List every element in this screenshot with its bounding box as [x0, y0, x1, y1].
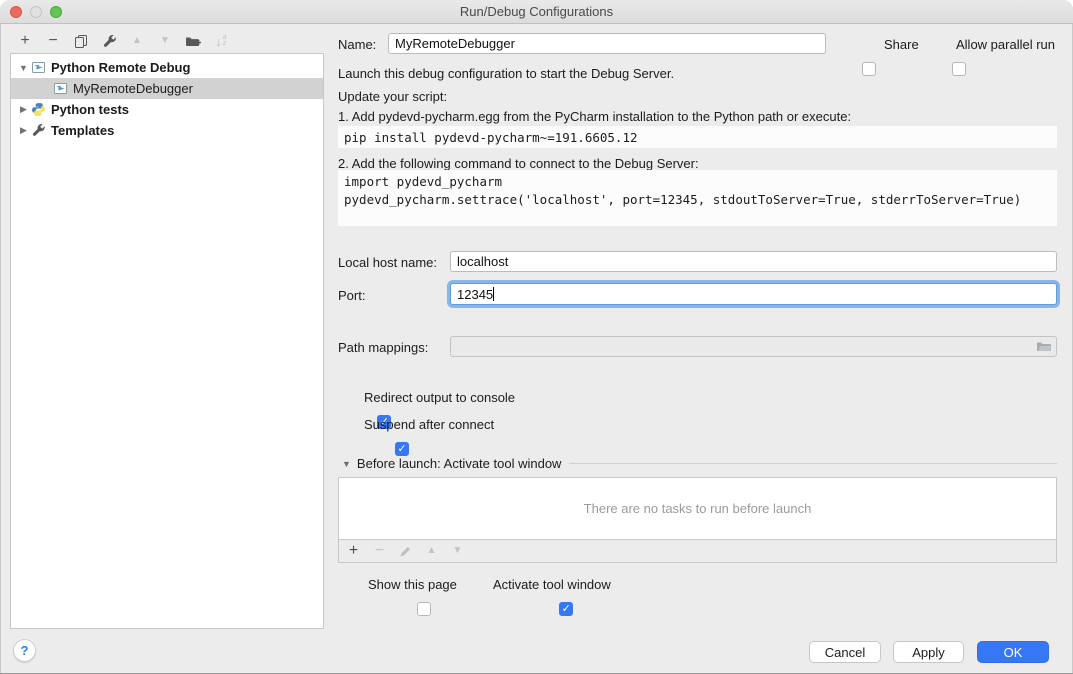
- arrow-up-icon: ▲: [427, 546, 437, 556]
- add-configuration-button[interactable]: +: [14, 31, 36, 51]
- before-launch-header[interactable]: ▼ Before launch: Activate tool window: [342, 456, 1057, 471]
- browse-folder-icon[interactable]: [1036, 339, 1052, 353]
- activate-tool-window-checkbox[interactable]: ✓: [559, 602, 573, 616]
- pip-install-code: pip install pydevd-pycharm~=191.6605.12: [338, 126, 1057, 148]
- share-checkbox-label: Share: [884, 37, 919, 52]
- check-icon: ✓: [397, 442, 406, 455]
- copy-icon: [74, 34, 88, 48]
- help-icon: ?: [21, 643, 29, 658]
- before-launch-toolbar: + − ▲ ▼: [338, 540, 1057, 563]
- copy-configuration-button[interactable]: [70, 31, 92, 51]
- title-bar[interactable]: Run/Debug Configurations: [0, 0, 1073, 24]
- instruction-step-1: 1. Add pydevd-pycharm.egg from the PyCha…: [338, 109, 851, 124]
- run-configuration-icon: [53, 81, 68, 96]
- share-checkbox[interactable]: [862, 62, 876, 76]
- sort-az-icon: ↓az: [215, 35, 226, 48]
- tree-item-label: MyRemoteDebugger: [73, 81, 193, 96]
- instruction-step-2: 2. Add the following command to connect …: [338, 156, 699, 171]
- run-debug-configurations-dialog: Run/Debug Configurations + − ▲ ▼ ↓az: [0, 0, 1073, 674]
- minus-icon: −: [48, 33, 57, 49]
- name-label: Name:: [338, 37, 376, 52]
- tree-item-label: Python tests: [51, 102, 129, 117]
- pencil-icon: [399, 545, 412, 558]
- edit-templates-button[interactable]: [98, 31, 120, 51]
- help-button[interactable]: ?: [13, 639, 36, 662]
- plus-icon: +: [20, 33, 29, 49]
- tree-item-myremotedebugger[interactable]: MyRemoteDebugger: [11, 78, 323, 99]
- path-mappings-input[interactable]: [450, 336, 1057, 357]
- activate-tool-window-label: Activate tool window: [493, 577, 611, 592]
- configurations-tree: ▼ Python Remote Debug MyRemoteDebugger ▶: [10, 53, 324, 629]
- tree-item-templates[interactable]: ▶ Templates: [11, 120, 323, 141]
- ok-button[interactable]: OK: [977, 641, 1049, 663]
- local-host-name-input[interactable]: [450, 251, 1057, 272]
- apply-button[interactable]: Apply: [893, 641, 964, 663]
- remove-task-button[interactable]: −: [371, 541, 388, 561]
- new-folder-icon: [185, 34, 201, 48]
- minimize-window-button: [30, 6, 42, 18]
- remove-configuration-button[interactable]: −: [42, 31, 64, 51]
- cancel-button[interactable]: Cancel: [809, 641, 881, 663]
- tree-item-label: Python Remote Debug: [51, 60, 190, 75]
- before-launch-title: Before launch: Activate tool window: [357, 456, 562, 471]
- settrace-code: import pydevd_pycharm pydevd_pycharm.set…: [338, 170, 1057, 226]
- add-task-button[interactable]: +: [345, 541, 362, 561]
- path-mappings-label: Path mappings:: [338, 340, 428, 355]
- chevron-right-icon[interactable]: ▶: [16, 125, 31, 136]
- move-down-button[interactable]: ▼: [154, 31, 176, 51]
- sort-configurations-button[interactable]: ↓az: [210, 31, 232, 51]
- instruction-line-1: Launch this debug configuration to start…: [338, 66, 674, 81]
- port-label: Port:: [338, 288, 365, 303]
- redirect-output-label: Redirect output to console: [364, 390, 515, 405]
- chevron-down-icon[interactable]: ▼: [342, 459, 351, 469]
- local-host-name-label: Local host name:: [338, 255, 437, 270]
- move-task-up-button[interactable]: ▲: [423, 541, 440, 561]
- python-icon: [31, 102, 46, 117]
- wrench-icon: [102, 34, 117, 49]
- configurations-toolbar: + − ▲ ▼ ↓az: [14, 30, 232, 52]
- edit-task-button[interactable]: [397, 541, 414, 561]
- suspend-after-connect-checkbox[interactable]: ✓: [395, 442, 409, 456]
- chevron-down-icon[interactable]: ▼: [16, 63, 31, 73]
- allow-parallel-run-label: Allow parallel run: [956, 37, 1055, 52]
- arrow-down-icon: ▼: [160, 36, 170, 46]
- minus-icon: −: [375, 543, 384, 559]
- wrench-icon: [31, 123, 46, 138]
- create-folder-button[interactable]: [182, 31, 204, 51]
- allow-parallel-run-checkbox[interactable]: [952, 62, 966, 76]
- before-launch-task-list[interactable]: There are no tasks to run before launch: [338, 477, 1057, 540]
- run-configuration-icon: [31, 60, 46, 75]
- show-this-page-label: Show this page: [368, 577, 457, 592]
- chevron-right-icon[interactable]: ▶: [16, 104, 31, 115]
- instruction-line-2: Update your script:: [338, 89, 447, 104]
- move-task-down-button[interactable]: ▼: [449, 541, 466, 561]
- section-divider: [569, 463, 1057, 464]
- check-icon: ✓: [562, 602, 571, 615]
- zoom-window-button[interactable]: [50, 6, 62, 18]
- close-window-button[interactable]: [10, 6, 22, 18]
- move-up-button[interactable]: ▲: [126, 31, 148, 51]
- arrow-up-icon: ▲: [132, 36, 142, 46]
- text-caret: [493, 287, 494, 301]
- window-title: Run/Debug Configurations: [460, 4, 613, 19]
- empty-tasks-message: There are no tasks to run before launch: [584, 501, 812, 516]
- show-this-page-checkbox[interactable]: [417, 602, 431, 616]
- port-input[interactable]: [450, 283, 1057, 305]
- tree-item-label: Templates: [51, 123, 114, 138]
- name-input[interactable]: [388, 33, 826, 54]
- tree-item-python-remote-debug[interactable]: ▼ Python Remote Debug: [11, 57, 323, 78]
- plus-icon: +: [349, 543, 358, 559]
- arrow-down-icon: ▼: [453, 546, 463, 556]
- suspend-after-connect-label: Suspend after connect: [364, 417, 494, 432]
- tree-item-python-tests[interactable]: ▶ Python tests: [11, 99, 323, 120]
